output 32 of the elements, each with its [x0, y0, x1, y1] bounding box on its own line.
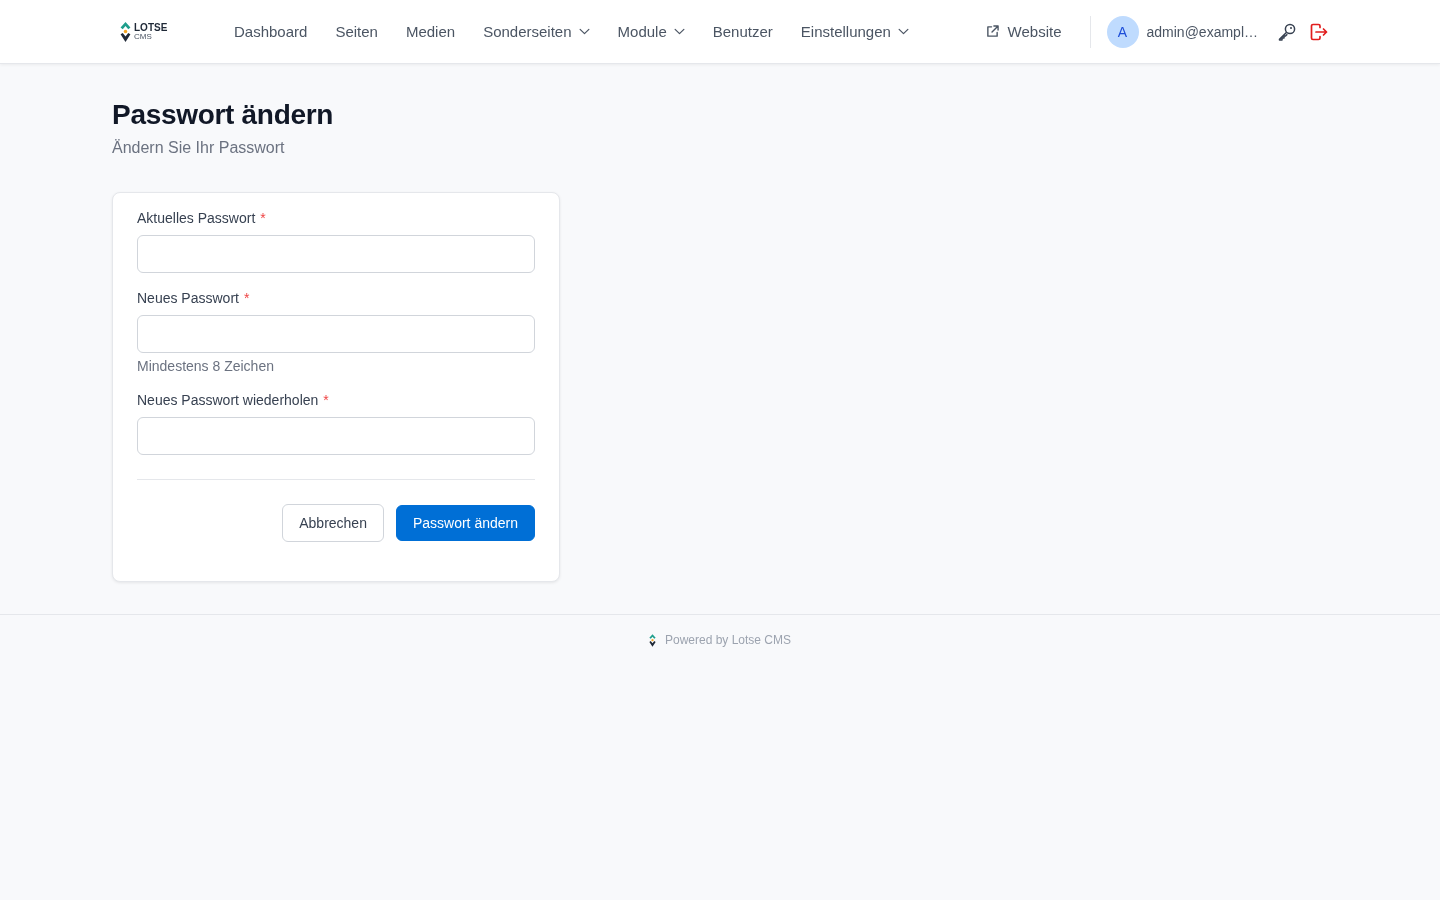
user-avatar[interactable]: A [1106, 15, 1139, 48]
logo-mark-icon [648, 633, 656, 647]
user-email[interactable]: admin@exampl… [1146, 23, 1258, 40]
nav-link[interactable]: Einstellungen [786, 17, 923, 46]
page-subtitle: Ändern Sie Ihr Passwort [112, 138, 285, 158]
cancel-button[interactable]: Abbrechen [282, 504, 384, 542]
password-field[interactable] [137, 417, 535, 455]
field-label: Aktuelles Passwort [137, 209, 256, 228]
password-field[interactable] [137, 315, 535, 353]
nav-link[interactable]: Seiten [321, 17, 392, 46]
page-title: Passwort ändern [112, 98, 334, 132]
required-mark: * [260, 209, 266, 228]
field-label: Neues Passwort wiederholen [137, 391, 319, 410]
password-field[interactable] [137, 235, 535, 273]
submit-button[interactable]: Passwort ändern [395, 505, 535, 541]
nav-link[interactable]: Sonderseiten [469, 17, 604, 46]
external-link-icon [985, 25, 999, 38]
website-link[interactable]: Website [971, 17, 1076, 46]
logo-subtitle: CMS [134, 32, 152, 41]
nav-link[interactable]: Medien [391, 17, 470, 46]
logout-icon[interactable] [1310, 22, 1328, 41]
required-mark: * [323, 391, 329, 410]
logo-wordmark: LOTSE [134, 22, 168, 33]
nav-link[interactable]: Dashboard [220, 17, 322, 46]
field-hint: Mindestens 8 Zeichen [137, 357, 274, 376]
key-icon[interactable] [1278, 22, 1296, 41]
logo-mark-icon[interactable] [120, 21, 131, 42]
nav-link[interactable]: Module [603, 17, 699, 46]
footer-text: Powered by Lotse CMS [664, 632, 792, 649]
nav-link[interactable]: Benutzer [698, 17, 787, 46]
required-mark: * [243, 289, 250, 308]
field-label: Neues Passwort [137, 289, 239, 308]
